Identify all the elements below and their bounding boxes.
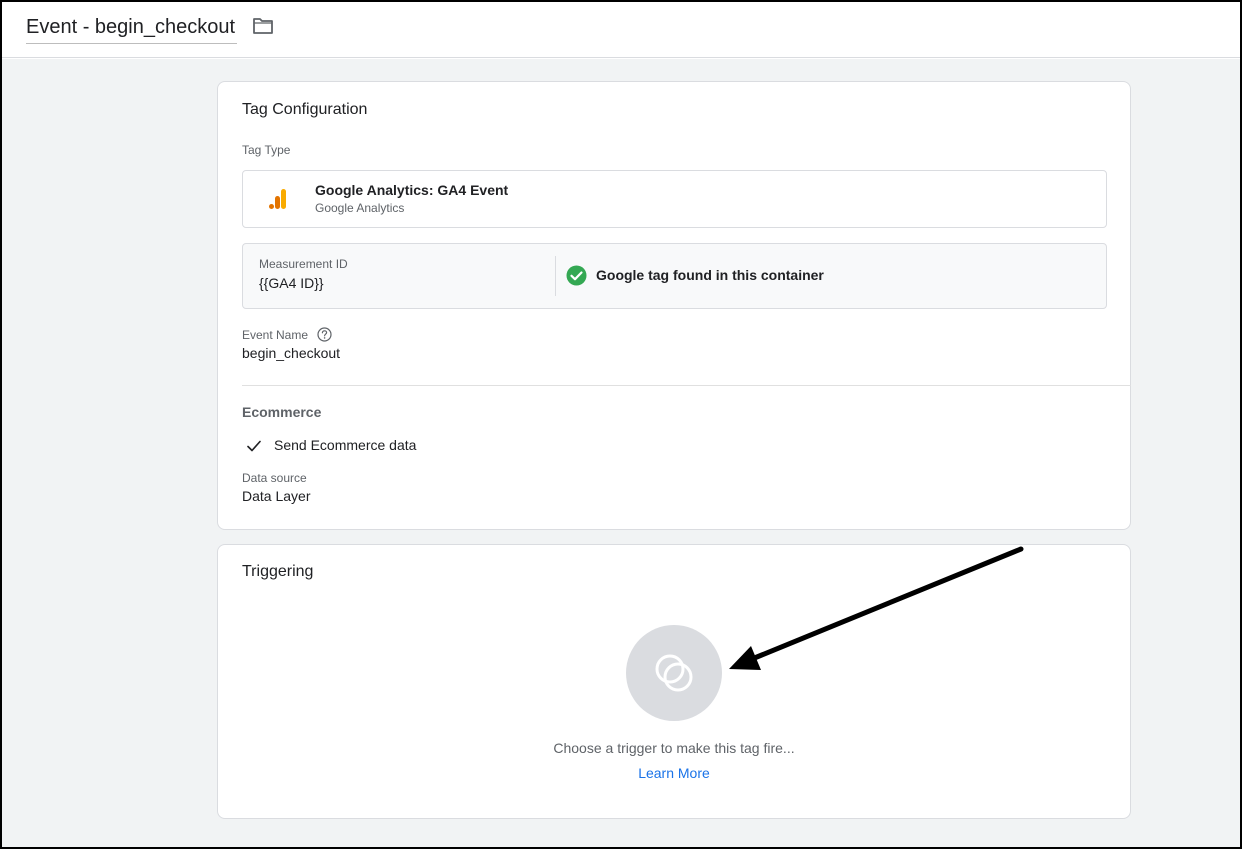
tag-type-subtitle: Google Analytics — [315, 201, 405, 215]
folder-icon[interactable] — [252, 16, 274, 36]
data-source-label: Data source — [242, 471, 307, 485]
trigger-icon — [650, 649, 698, 697]
help-icon[interactable] — [317, 327, 332, 342]
ecommerce-section-label: Ecommerce — [242, 404, 322, 420]
top-bar: Event - begin_checkout — [0, 0, 1242, 58]
event-name-value: begin_checkout — [242, 345, 341, 361]
section-divider — [242, 385, 1131, 386]
google-analytics-icon — [267, 187, 291, 211]
check-circle-icon — [566, 265, 587, 286]
data-source-value: Data Layer — [242, 488, 311, 504]
event-name-label: Event Name — [242, 328, 309, 342]
learn-more-link[interactable]: Learn More — [638, 765, 710, 781]
triggering-card[interactable]: Triggering Choose a trigger to make this… — [217, 544, 1131, 819]
send-ecommerce-label: Send Ecommerce data — [274, 437, 417, 453]
measurement-divider — [555, 256, 556, 296]
tag-type-name: Google Analytics: GA4 Event — [315, 182, 509, 198]
google-tag-status: Google tag found in this container — [596, 267, 824, 283]
trigger-placeholder[interactable] — [626, 625, 722, 721]
triggering-title: Triggering — [242, 563, 314, 580]
tag-configuration-title: Tag Configuration — [242, 101, 368, 118]
measurement-id-box: Measurement ID {{GA4 ID}} Google tag fou… — [242, 243, 1107, 309]
measurement-id-label: Measurement ID — [259, 257, 348, 271]
tag-type-label: Tag Type — [242, 143, 291, 157]
measurement-id-value[interactable]: {{GA4 ID}} — [259, 275, 324, 291]
tag-configuration-card[interactable]: Tag Configuration Tag Type Google Analyt… — [217, 81, 1131, 530]
trigger-empty-text: Choose a trigger to make this tag fire..… — [553, 740, 795, 756]
tag-name-field[interactable]: Event - begin_checkout — [26, 14, 238, 44]
tag-type-selector[interactable]: Google Analytics: GA4 Event Google Analy… — [242, 170, 1107, 228]
check-icon — [247, 439, 261, 452]
